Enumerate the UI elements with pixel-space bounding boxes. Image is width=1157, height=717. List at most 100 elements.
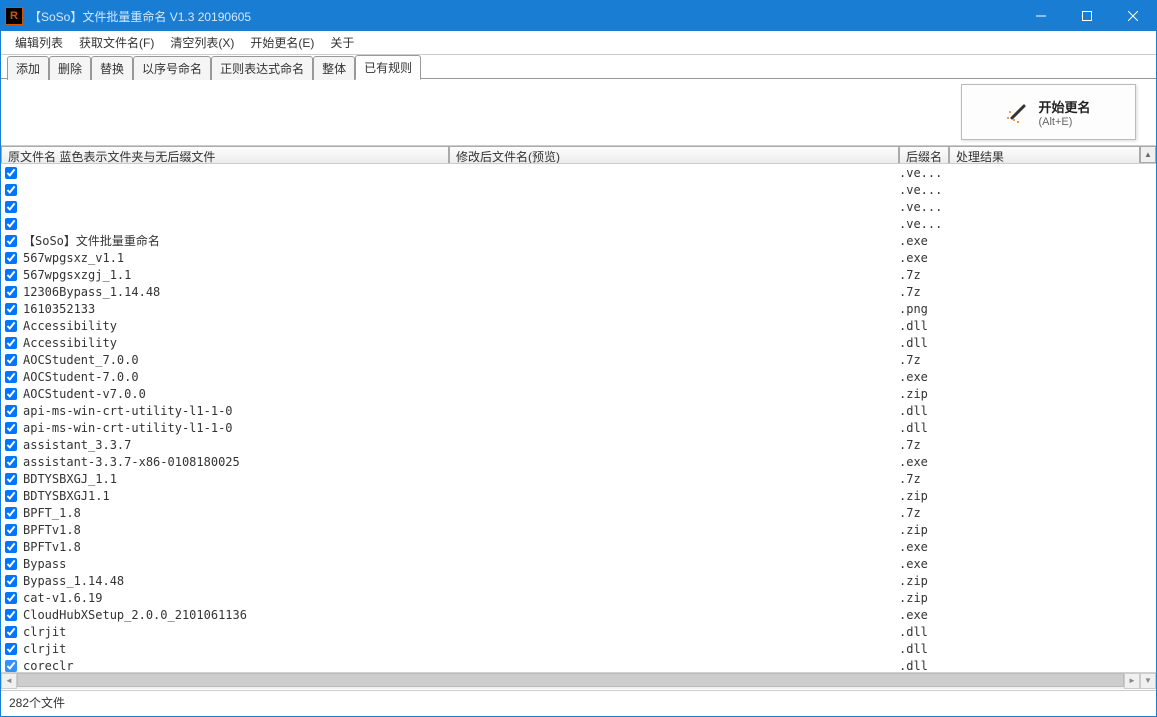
horizontal-scrollbar[interactable]: ◄ ► ▼ bbox=[1, 672, 1156, 688]
row-checkbox[interactable] bbox=[5, 269, 17, 281]
row-checkbox[interactable] bbox=[5, 575, 17, 587]
row-ext: .ve... bbox=[899, 183, 949, 197]
table-row[interactable]: CloudHubXSetup_2.0.0_2101061136.exe bbox=[1, 606, 1156, 623]
tab-existing-rules[interactable]: 已有规则 bbox=[355, 55, 421, 80]
row-checkbox[interactable] bbox=[5, 490, 17, 502]
scroll-down-button[interactable]: ▼ bbox=[1140, 673, 1156, 689]
table-row[interactable]: BDTYSBXGJ_1.1.7z bbox=[1, 470, 1156, 487]
row-checkbox[interactable] bbox=[5, 507, 17, 519]
menu-get-filenames[interactable]: 获取文件名(F) bbox=[71, 31, 162, 55]
table-row[interactable]: 12306Bypass_1.14.48.7z bbox=[1, 283, 1156, 300]
table-row[interactable]: BDTYSBXGJ1.1.zip bbox=[1, 487, 1156, 504]
table-row[interactable]: api-ms-win-crt-utility-l1-1-0.dll bbox=[1, 402, 1156, 419]
table-row[interactable]: Bypass_1.14.48.zip bbox=[1, 572, 1156, 589]
row-ext: .ve... bbox=[899, 166, 949, 180]
scroll-up-button[interactable]: ▲ bbox=[1140, 146, 1156, 163]
row-checkbox[interactable] bbox=[5, 422, 17, 434]
table-row[interactable]: 567wpgsxzgj_1.1.7z bbox=[1, 266, 1156, 283]
menu-edit-list[interactable]: 编辑列表 bbox=[7, 31, 71, 55]
tab-delete[interactable]: 删除 bbox=[49, 56, 91, 80]
row-checkbox[interactable] bbox=[5, 643, 17, 655]
row-ext: .7z bbox=[899, 353, 949, 367]
tab-regex-name[interactable]: 正则表达式命名 bbox=[211, 56, 313, 80]
row-checkbox-cell bbox=[1, 541, 21, 553]
table-row[interactable]: Bypass.exe bbox=[1, 555, 1156, 572]
row-checkbox[interactable] bbox=[5, 473, 17, 485]
table-row[interactable]: api-ms-win-crt-utility-l1-1-0.dll bbox=[1, 419, 1156, 436]
row-checkbox[interactable] bbox=[5, 201, 17, 213]
row-original-name: AOCStudent-v7.0.0 bbox=[21, 387, 449, 401]
row-checkbox[interactable] bbox=[5, 405, 17, 417]
col-ext[interactable]: 后缀名 bbox=[899, 146, 949, 163]
row-checkbox[interactable] bbox=[5, 252, 17, 264]
table-row[interactable]: AOCStudent-7.0.0.exe bbox=[1, 368, 1156, 385]
row-checkbox[interactable] bbox=[5, 609, 17, 621]
row-checkbox[interactable] bbox=[5, 371, 17, 383]
tab-add[interactable]: 添加 bbox=[7, 56, 49, 80]
row-checkbox[interactable] bbox=[5, 558, 17, 570]
table-row[interactable]: 1610352133.png bbox=[1, 300, 1156, 317]
table-row[interactable]: Accessibility.dll bbox=[1, 317, 1156, 334]
scroll-track[interactable] bbox=[17, 673, 1124, 689]
tab-replace[interactable]: 替换 bbox=[91, 56, 133, 80]
row-checkbox[interactable] bbox=[5, 456, 17, 468]
row-checkbox[interactable] bbox=[5, 660, 17, 672]
tab-seq-name[interactable]: 以序号命名 bbox=[133, 56, 211, 80]
row-original-name: AOCStudent-7.0.0 bbox=[21, 370, 449, 384]
row-checkbox[interactable] bbox=[5, 354, 17, 366]
row-checkbox[interactable] bbox=[5, 218, 17, 230]
table-row[interactable]: clrjit.dll bbox=[1, 640, 1156, 657]
table-row[interactable]: Accessibility.dll bbox=[1, 334, 1156, 351]
row-checkbox-cell bbox=[1, 524, 21, 536]
row-checkbox[interactable] bbox=[5, 592, 17, 604]
col-original[interactable]: 原文件名 蓝色表示文件夹与无后缀文件 bbox=[1, 146, 449, 163]
minimize-button[interactable] bbox=[1018, 1, 1064, 31]
table-row[interactable]: 567wpgsxz_v1.1.exe bbox=[1, 249, 1156, 266]
menu-start-rename[interactable]: 开始更名(E) bbox=[242, 31, 322, 55]
row-original-name: AOCStudent_7.0.0 bbox=[21, 353, 449, 367]
row-checkbox[interactable] bbox=[5, 303, 17, 315]
table-row[interactable]: clrjit.dll bbox=[1, 623, 1156, 640]
table-row[interactable]: .ve... bbox=[1, 198, 1156, 215]
row-checkbox-cell bbox=[1, 626, 21, 638]
table-row[interactable]: coreclr.dll bbox=[1, 657, 1156, 672]
row-checkbox[interactable] bbox=[5, 320, 17, 332]
row-checkbox-cell bbox=[1, 473, 21, 485]
table-row[interactable]: .ve... bbox=[1, 181, 1156, 198]
menu-clear-list[interactable]: 清空列表(X) bbox=[162, 31, 242, 55]
table-row[interactable]: cat-v1.6.19.zip bbox=[1, 589, 1156, 606]
scroll-thumb[interactable] bbox=[17, 673, 1124, 687]
table-row[interactable]: 【SoSo】文件批量重命名.exe bbox=[1, 232, 1156, 249]
table-row[interactable]: assistant_3.3.7.7z bbox=[1, 436, 1156, 453]
table-row[interactable]: BPFT_1.8.7z bbox=[1, 504, 1156, 521]
menu-about[interactable]: 关于 bbox=[322, 31, 362, 55]
row-checkbox[interactable] bbox=[5, 388, 17, 400]
row-ext: .dll bbox=[899, 336, 949, 350]
row-checkbox[interactable] bbox=[5, 235, 17, 247]
close-button[interactable] bbox=[1110, 1, 1156, 31]
table-row[interactable]: BPFTv1.8.zip bbox=[1, 521, 1156, 538]
scroll-left-button[interactable]: ◄ bbox=[1, 673, 17, 689]
row-original-name: BPFTv1.8 bbox=[21, 540, 449, 554]
table-row[interactable]: AOCStudent-v7.0.0.zip bbox=[1, 385, 1156, 402]
row-checkbox[interactable] bbox=[5, 167, 17, 179]
table-row[interactable]: .ve... bbox=[1, 215, 1156, 232]
start-rename-button[interactable]: 开始更名 (Alt+E) bbox=[961, 84, 1136, 140]
row-checkbox[interactable] bbox=[5, 626, 17, 638]
scroll-right-button[interactable]: ► bbox=[1124, 673, 1140, 689]
row-checkbox[interactable] bbox=[5, 524, 17, 536]
table-row[interactable]: assistant-3.3.7-x86-0108180025.exe bbox=[1, 453, 1156, 470]
row-checkbox[interactable] bbox=[5, 541, 17, 553]
col-preview[interactable]: 修改后文件名(预览) bbox=[449, 146, 899, 163]
tab-whole[interactable]: 整体 bbox=[313, 56, 355, 80]
table-row[interactable]: BPFTv1.8.exe bbox=[1, 538, 1156, 555]
maximize-button[interactable] bbox=[1064, 1, 1110, 31]
row-checkbox[interactable] bbox=[5, 184, 17, 196]
row-checkbox[interactable] bbox=[5, 439, 17, 451]
row-checkbox[interactable] bbox=[5, 337, 17, 349]
row-checkbox-cell bbox=[1, 609, 21, 621]
col-result[interactable]: 处理结果 bbox=[949, 146, 1140, 163]
row-checkbox[interactable] bbox=[5, 286, 17, 298]
table-row[interactable]: .ve... bbox=[1, 164, 1156, 181]
table-row[interactable]: AOCStudent_7.0.0 .7z bbox=[1, 351, 1156, 368]
